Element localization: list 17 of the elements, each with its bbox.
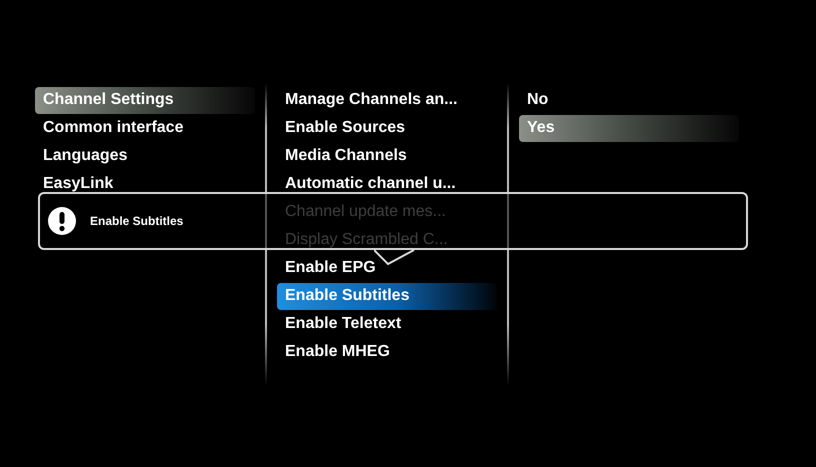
popup-message: Enable Subtitles	[90, 214, 184, 228]
exclamation-icon	[48, 207, 76, 235]
menu-item[interactable]: Manage Channels an...	[277, 87, 497, 114]
menu-item[interactable]: Enable Teletext	[277, 311, 497, 338]
menu-item[interactable]: Languages	[35, 143, 255, 170]
menu-item[interactable]: Enable EPG	[277, 255, 497, 282]
pointer-notch-icon	[374, 248, 416, 268]
menu-item[interactable]: Enable MHEG	[277, 339, 497, 366]
menu-item[interactable]: Media Channels	[277, 143, 497, 170]
menu-item[interactable]: Yes	[519, 115, 739, 142]
menu-item[interactable]: Channel Settings	[35, 87, 255, 114]
menu-item[interactable]: No	[519, 87, 739, 114]
menu-item[interactable]: EasyLink	[35, 171, 255, 198]
menu-item[interactable]: Automatic channel u...	[277, 171, 497, 198]
menu-item[interactable]: Enable Subtitles	[277, 283, 497, 310]
menu-item[interactable]: Common interface	[35, 115, 255, 142]
menu-item[interactable]: Enable Sources	[277, 115, 497, 142]
